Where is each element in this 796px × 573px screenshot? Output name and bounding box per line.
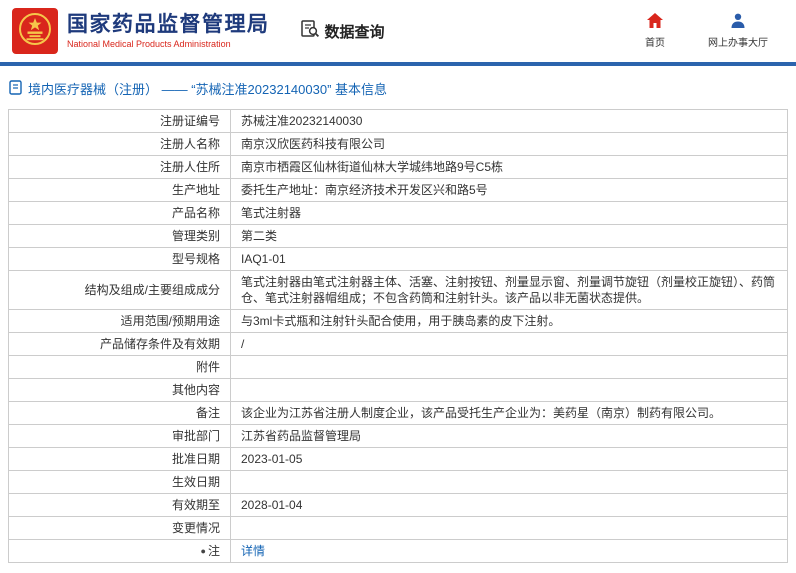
field-label: 附件: [8, 355, 231, 379]
field-label: 管理类别: [8, 224, 231, 248]
clipboard-icon: [9, 79, 22, 98]
table-row: 型号规格 IAQ1-01: [8, 247, 788, 271]
field-value: [230, 355, 788, 379]
field-label: 注: [207, 544, 220, 558]
agency-name-en: National Medical Products Administration: [67, 38, 231, 49]
table-row: 产品储存条件及有效期 /: [8, 332, 788, 356]
agency-name-zh: 国家药品监督管理局: [67, 12, 270, 36]
table-row: 生产地址 委托生产地址：南京经济技术开发区兴和路5号: [8, 178, 788, 202]
field-label: 结构及组成/主要组成成分: [8, 270, 231, 310]
field-value: 南京汉欣医药科技有限公司: [230, 132, 788, 156]
table-row: 其他内容: [8, 378, 788, 402]
field-value: [230, 378, 788, 402]
field-label: 注册人名称: [8, 132, 231, 156]
data-query-section: 数据查询: [300, 19, 385, 44]
field-value: 笔式注射器由笔式注射器主体、活塞、注射按钮、剂量显示窗、剂量调节旋钮（剂量校正旋…: [230, 270, 788, 310]
table-row: 附件: [8, 355, 788, 379]
field-label: 批准日期: [8, 447, 231, 471]
details-link[interactable]: 详情: [241, 544, 265, 558]
breadcrumb: 境内医疗器械（注册） —— “苏械注准20232140030” 基本信息: [0, 66, 796, 105]
field-label: 有效期至: [8, 493, 231, 517]
field-label: 产品名称: [8, 201, 231, 225]
page-title: 境内医疗器械（注册） —— “苏械注准20232140030” 基本信息: [28, 82, 388, 97]
field-label: 型号规格: [8, 247, 231, 271]
nmpa-logo: [12, 8, 58, 54]
field-label: 其他内容: [8, 378, 231, 402]
table-row: 审批部门 江苏省药品监督管理局: [8, 424, 788, 448]
table-row: 生效日期: [8, 470, 788, 494]
field-label: 注册人住所: [8, 155, 231, 179]
field-value: IAQ1-01: [230, 247, 788, 271]
table-row: 注册证编号 苏械注准20232140030: [8, 109, 788, 133]
nav-item-online-hall[interactable]: 网上办事大厅: [708, 13, 768, 49]
field-value: 该企业为江苏省注册人制度企业，该产品受托生产企业为：美药星（南京）制药有限公司。: [230, 401, 788, 425]
field-label: 注册证编号: [8, 109, 231, 133]
table-row: 有效期至 2028-01-04: [8, 493, 788, 517]
document-search-icon: [300, 19, 320, 44]
table-row: 管理类别 第二类: [8, 224, 788, 248]
table-row: 备注 该企业为江苏省注册人制度企业，该产品受托生产企业为：美药星（南京）制药有限…: [8, 401, 788, 425]
field-label: 产品储存条件及有效期: [8, 332, 231, 356]
field-label: 生产地址: [8, 178, 231, 202]
person-icon: [730, 13, 746, 31]
field-value: 南京市栖霞区仙林街道仙林大学城纬地路9号C5栋: [230, 155, 788, 179]
nav-item-home-label: 首页: [645, 38, 665, 49]
field-value: /: [230, 332, 788, 356]
field-label: 变更情况: [8, 516, 231, 540]
field-value-note: 详情: [230, 539, 788, 563]
field-value: 第二类: [230, 224, 788, 248]
field-value: 与3ml卡式瓶和注射针头配合使用，用于胰岛素的皮下注射。: [230, 309, 788, 333]
nav-item-home[interactable]: 首页: [638, 13, 672, 49]
nav-item-online-hall-label: 网上办事大厅: [708, 38, 768, 49]
table-row: 变更情况: [8, 516, 788, 540]
note-bullet-icon: ●: [200, 546, 206, 556]
field-value: 委托生产地址：南京经济技术开发区兴和路5号: [230, 178, 788, 202]
registration-info-table: 注册证编号 苏械注准20232140030 注册人名称 南京汉欣医药科技有限公司…: [8, 109, 788, 563]
table-row: 结构及组成/主要组成成分 笔式注射器由笔式注射器主体、活塞、注射按钮、剂量显示窗…: [8, 270, 788, 310]
table-row: 注册人住所 南京市栖霞区仙林街道仙林大学城纬地路9号C5栋: [8, 155, 788, 179]
field-value: [230, 516, 788, 540]
page-header: 国家药品监督管理局 National Medical Products Admi…: [0, 0, 796, 62]
field-value: 苏械注准20232140030: [230, 109, 788, 133]
field-label: 审批部门: [8, 424, 231, 448]
home-icon: [647, 13, 663, 31]
field-label-note: ● 注: [8, 539, 231, 563]
field-label: 生效日期: [8, 470, 231, 494]
field-value: 2028-01-04: [230, 493, 788, 517]
table-row: 产品名称 笔式注射器: [8, 201, 788, 225]
field-label: 备注: [8, 401, 231, 425]
field-value: [230, 470, 788, 494]
header-nav: 首页 网上办事大厅: [638, 13, 782, 49]
field-value: 2023-01-05: [230, 447, 788, 471]
table-row: 适用范围/预期用途 与3ml卡式瓶和注射针头配合使用，用于胰岛素的皮下注射。: [8, 309, 788, 333]
table-row: 批准日期 2023-01-05: [8, 447, 788, 471]
data-query-title: 数据查询: [324, 23, 385, 41]
table-row: ● 注 详情: [8, 539, 788, 563]
agency-title-block: 国家药品监督管理局 National Medical Products Admi…: [67, 13, 270, 49]
field-value: 江苏省药品监督管理局: [230, 424, 788, 448]
table-row: 注册人名称 南京汉欣医药科技有限公司: [8, 132, 788, 156]
national-emblem-icon: [18, 12, 52, 51]
field-label: 适用范围/预期用途: [8, 309, 231, 333]
field-value: 笔式注射器: [230, 201, 788, 225]
